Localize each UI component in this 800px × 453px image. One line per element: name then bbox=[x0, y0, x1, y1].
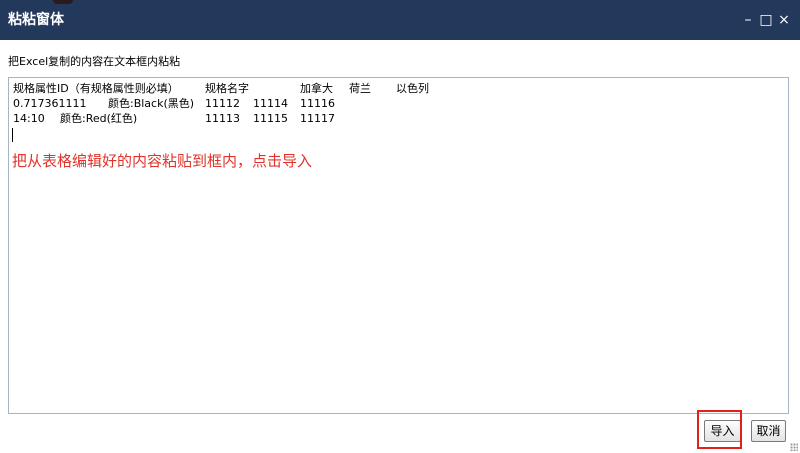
paste-cell: 规格属性ID（有规格属性则必填） bbox=[13, 82, 179, 95]
paste-cell: 11114 bbox=[253, 97, 288, 110]
minimize-icon[interactable]: – bbox=[740, 12, 756, 28]
paste-cell: 11117 bbox=[300, 112, 335, 125]
paste-cell: 荷兰 bbox=[349, 82, 371, 95]
paste-cell: 14:10 bbox=[13, 112, 45, 125]
paste-cell: 11113 bbox=[205, 112, 240, 125]
paste-cell: 11116 bbox=[300, 97, 335, 110]
paste-cell: 11115 bbox=[253, 112, 288, 125]
close-icon[interactable]: × bbox=[776, 12, 792, 28]
text-caret bbox=[12, 128, 13, 142]
paste-cell: 11112 bbox=[205, 97, 240, 110]
title-bar[interactable]: 粘粘窗体 – □ × bbox=[0, 0, 800, 40]
window-title: 粘粘窗体 bbox=[8, 12, 64, 28]
paste-cell: 规格名字 bbox=[205, 82, 249, 95]
maximize-icon[interactable]: □ bbox=[758, 12, 774, 28]
app-logo-fragment bbox=[53, 0, 73, 4]
paste-textarea[interactable]: 规格属性ID（有规格属性则必填） 规格名字 加拿大 荷兰 以色列 0.71736… bbox=[8, 77, 789, 414]
instruction-text: 把Excel复制的内容在文本框内粘粘 bbox=[8, 55, 181, 68]
paste-cell: 颜色:Red(红色) bbox=[60, 112, 138, 125]
highlight-annotation-box bbox=[697, 410, 742, 449]
paste-dialog: 粘粘窗体 – □ × 把Excel复制的内容在文本框内粘粘 规格属性ID（有规格… bbox=[0, 0, 800, 453]
paste-cell: 0.717361111 bbox=[13, 97, 87, 110]
cancel-button[interactable]: 取消 bbox=[751, 420, 786, 442]
paste-cell: 加拿大 bbox=[300, 82, 333, 95]
paste-cell: 以色列 bbox=[396, 82, 429, 95]
resize-grip-icon[interactable] bbox=[790, 443, 798, 451]
paste-cell: 颜色:Black(黑色) bbox=[108, 97, 195, 110]
annotation-text: 把从表格编辑好的内容粘贴到框内，点击导入 bbox=[12, 152, 313, 170]
